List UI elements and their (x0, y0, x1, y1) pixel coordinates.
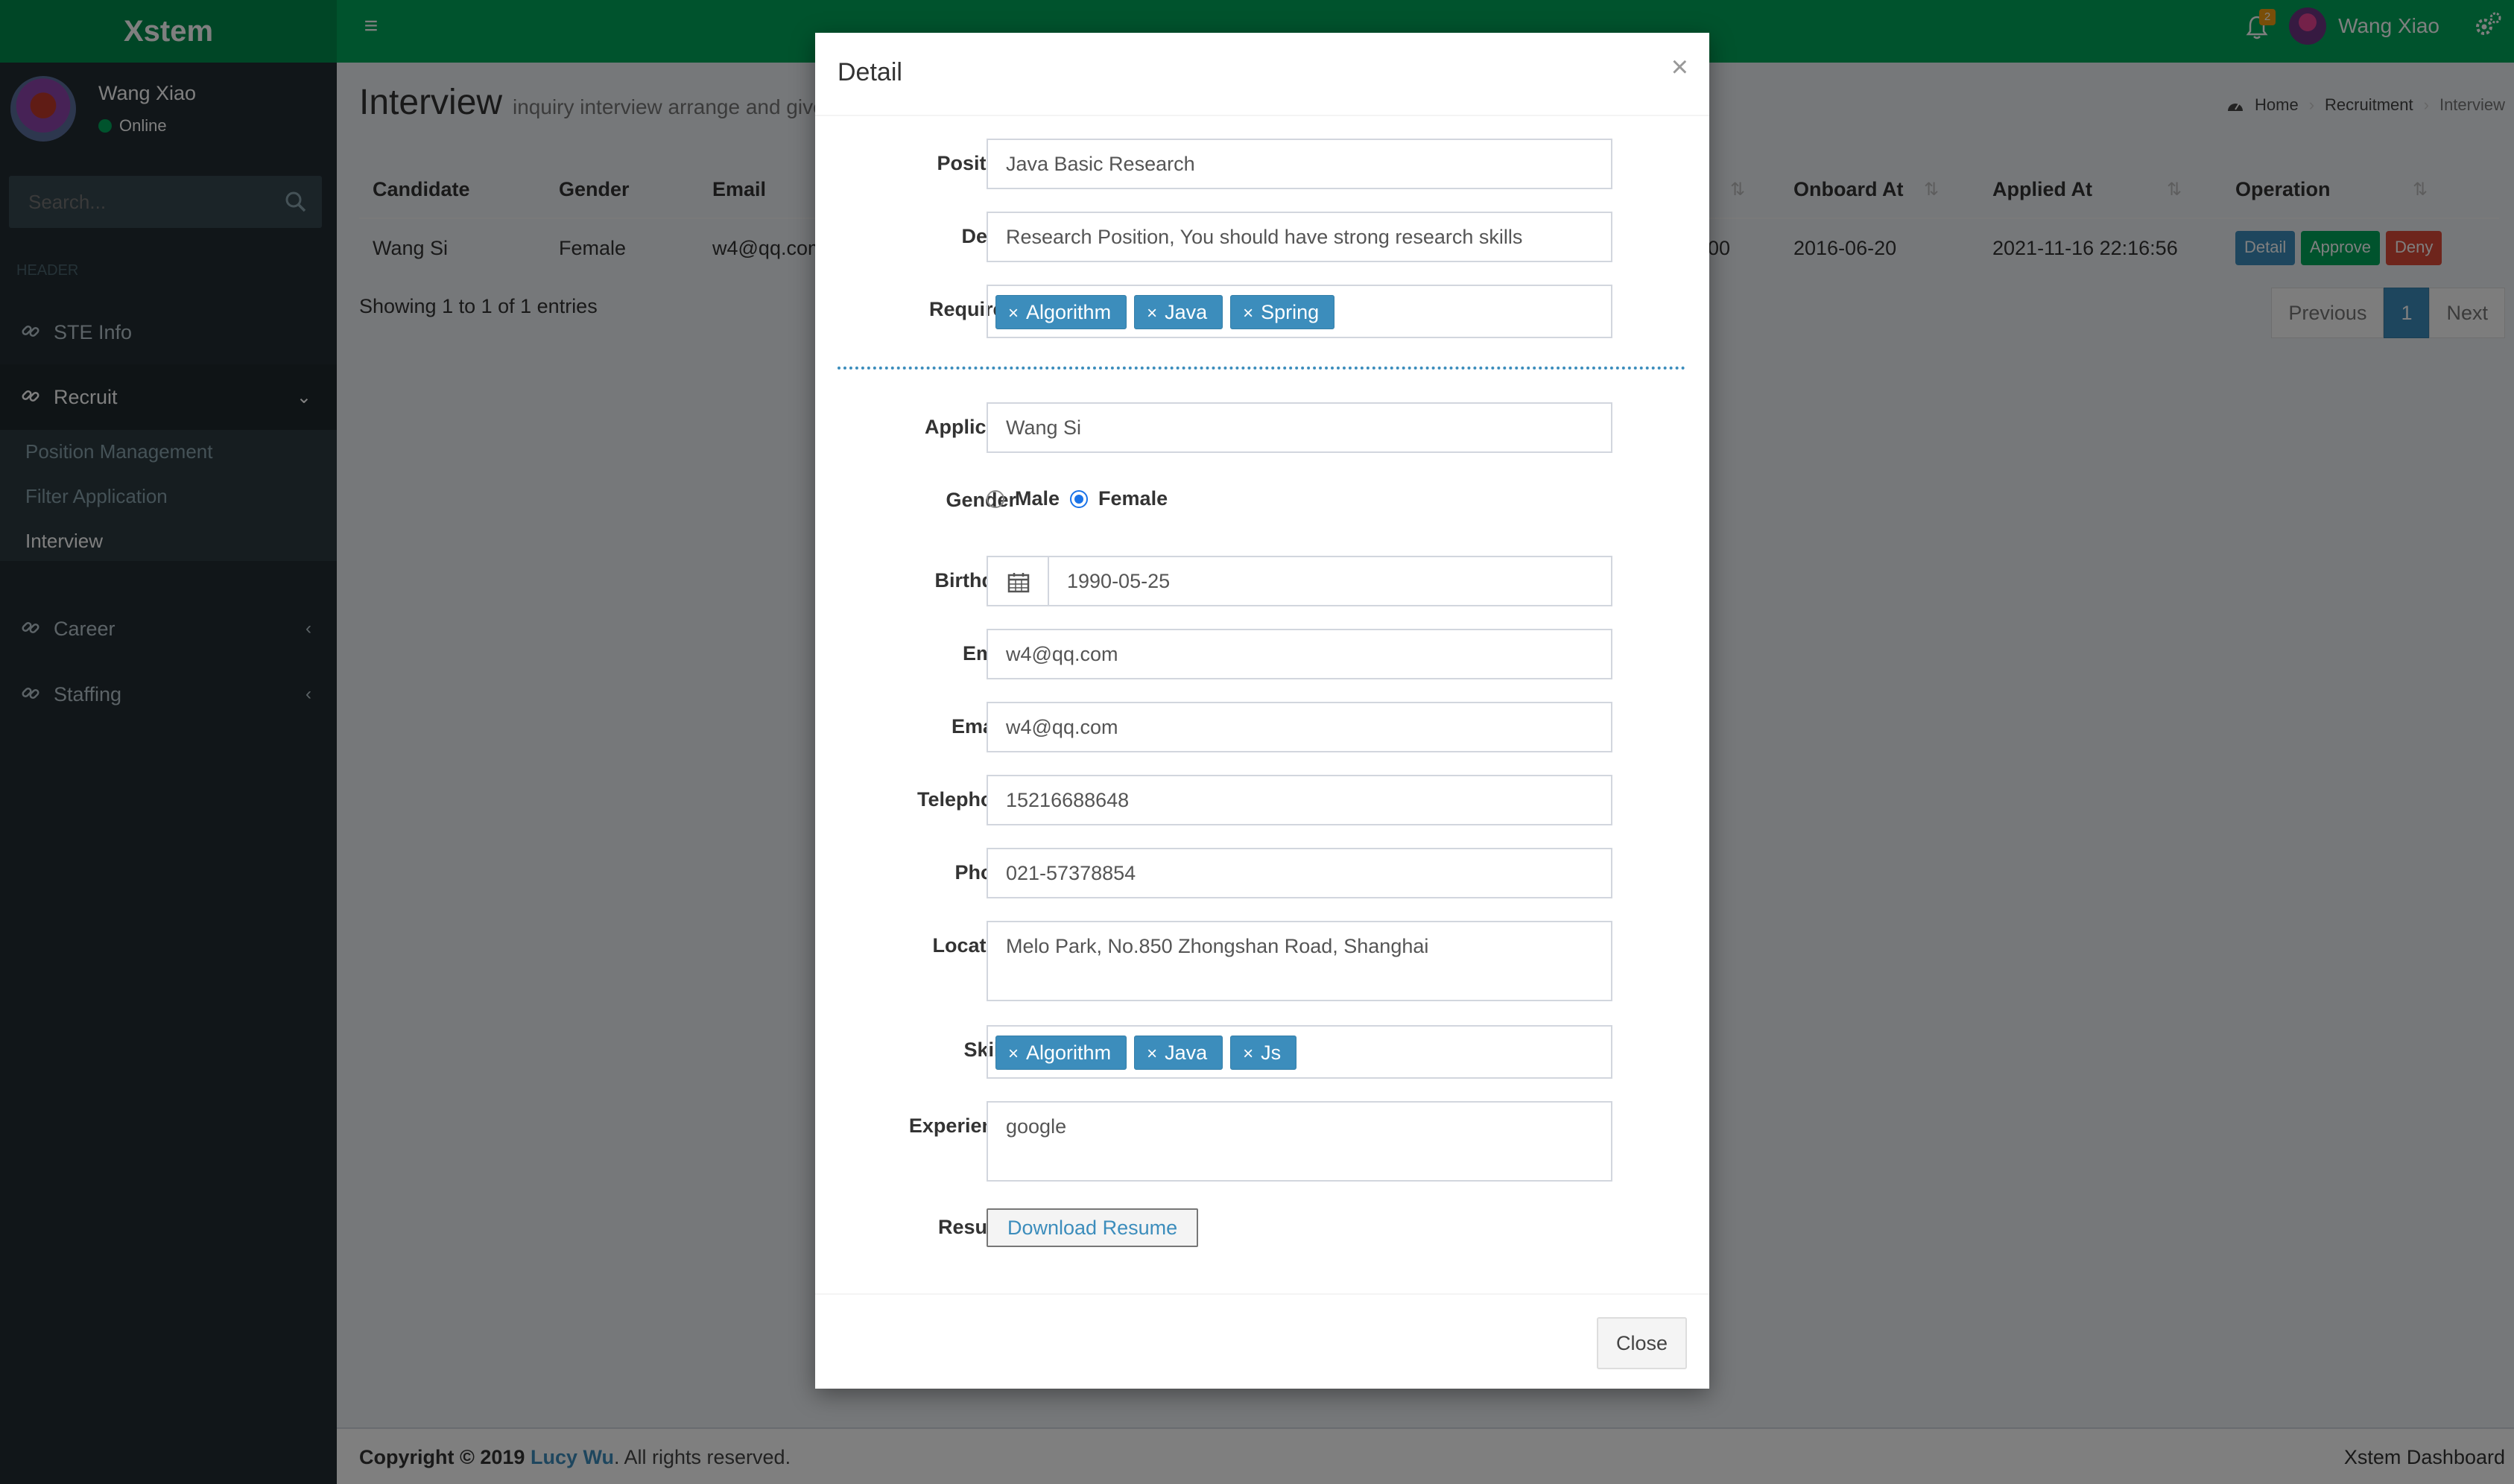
tag[interactable]: × Java (1134, 1036, 1223, 1070)
download-resume-button[interactable]: Download Resume (987, 1208, 1199, 1247)
required-tags-field[interactable]: × Algorithm × Java × Spring (987, 285, 1612, 338)
gender-male-label[interactable]: Male (1015, 487, 1060, 510)
modal-title: Detail (838, 58, 902, 86)
tag-label: Java (1165, 301, 1208, 323)
tag-label: Algorithm (1026, 1041, 1112, 1064)
experience-field[interactable]: google (987, 1101, 1612, 1182)
detail-modal: Detail × Position Java Basic Research De… (815, 33, 1709, 1389)
calendar-icon (1007, 573, 1030, 593)
close-button[interactable]: Close (1596, 1317, 1687, 1369)
tag-label: Algorithm (1026, 301, 1112, 323)
tag-label: Spring (1261, 301, 1320, 323)
tag-remove-icon[interactable]: × (1243, 303, 1253, 323)
tag-remove-icon[interactable]: × (1147, 1044, 1157, 1064)
telephone-field[interactable]: 15216688648 (987, 775, 1612, 825)
location-field[interactable]: Melo Park, No.850 Zhongshan Road, Shangh… (987, 921, 1612, 1001)
skills-tags-field[interactable]: × Algorithm × Java × Js (987, 1025, 1612, 1079)
tag-remove-icon[interactable]: × (1008, 1044, 1019, 1064)
tag-label: Java (1165, 1041, 1208, 1064)
tag[interactable]: × Algorithm (995, 1036, 1127, 1070)
tag-remove-icon[interactable]: × (1008, 303, 1019, 323)
tag[interactable]: × Algorithm (995, 295, 1127, 329)
section-divider (838, 367, 1685, 370)
phone-field[interactable]: 021-57378854 (987, 848, 1612, 898)
tag[interactable]: × Spring (1230, 295, 1335, 329)
position-field[interactable]: Java Basic Research (987, 139, 1612, 189)
modal-footer: Close (815, 1293, 1709, 1389)
detail-field[interactable]: Research Position, You should have stron… (987, 212, 1612, 262)
birthday-field[interactable]: 1990-05-25 (1048, 556, 1612, 606)
email2-field[interactable]: w4@qq.com (987, 702, 1612, 752)
tag-remove-icon[interactable]: × (1243, 1044, 1253, 1064)
tag[interactable]: × Java (1134, 295, 1223, 329)
calendar-addon[interactable] (987, 556, 1049, 606)
gender-female-radio[interactable] (1070, 489, 1089, 508)
close-icon[interactable]: × (1671, 51, 1688, 84)
gender-radio-group: Male Female (987, 487, 1168, 510)
gender-male-radio[interactable] (987, 489, 1004, 508)
email-field[interactable]: w4@qq.com (987, 629, 1612, 679)
modal-header: Detail × (815, 33, 1709, 116)
tag-remove-icon[interactable]: × (1147, 303, 1157, 323)
tag-label: Js (1261, 1041, 1282, 1064)
applicant-field[interactable]: Wang Si (987, 402, 1612, 453)
gender-female-label[interactable]: Female (1098, 487, 1168, 510)
tag[interactable]: × Js (1230, 1036, 1297, 1070)
